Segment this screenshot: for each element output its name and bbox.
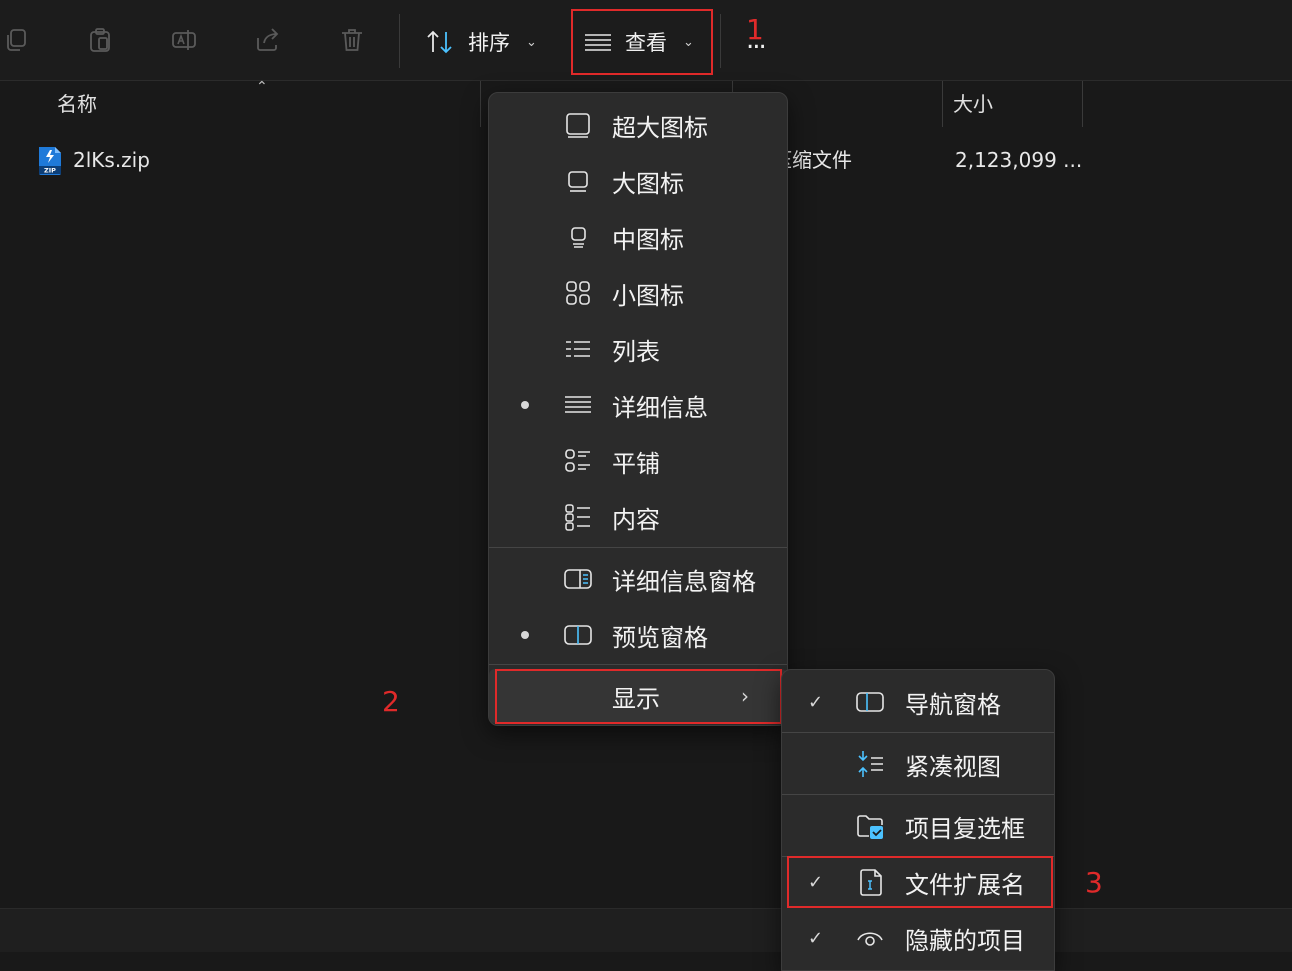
delete-icon[interactable] <box>332 20 372 60</box>
column-header-size[interactable]: 大小 <box>953 81 993 127</box>
submenu-item-compact-view[interactable]: 紧凑视图 <box>782 736 1054 792</box>
extra-large-icons-icon <box>566 113 590 138</box>
annotation-3: 3 <box>1085 866 1103 899</box>
status-bar <box>0 908 1292 952</box>
submenu-item-hidden-items[interactable]: ✓ 隐藏的项目 <box>782 910 1054 966</box>
submenu-item-label: 隐藏的项目 <box>905 926 1025 955</box>
annotation-box-view <box>571 9 713 75</box>
column-divider[interactable] <box>942 81 943 127</box>
menu-item-label: 超大图标 <box>612 113 708 142</box>
menu-item-label: 小图标 <box>612 281 684 310</box>
checkmark-icon: ✓ <box>808 691 824 713</box>
menu-item-label: 大图标 <box>612 169 684 198</box>
submenu-item-item-checkboxes[interactable]: 项目复选框 <box>782 798 1054 854</box>
annotation-box-file-extensions <box>787 856 1053 908</box>
menu-separator <box>782 732 1054 733</box>
annotation-2: 2 <box>382 685 400 718</box>
toolbar-separator <box>399 14 400 68</box>
content-icon <box>565 504 590 531</box>
file-name: 2lKs.zip <box>73 148 150 172</box>
file-size: 2,123,099 ... <box>955 148 1083 172</box>
submenu-item-label: 项目复选框 <box>905 814 1025 843</box>
svg-text:ZIP: ZIP <box>44 167 56 175</box>
menu-item-large-icons[interactable]: 大图标 <box>489 153 787 209</box>
copy-icon[interactable] <box>0 20 36 60</box>
menu-item-small-icons[interactable]: 小图标 <box>489 265 787 321</box>
column-divider[interactable] <box>480 81 481 127</box>
menu-item-label: 中图标 <box>612 225 684 254</box>
menu-separator <box>489 664 787 665</box>
hidden-items-icon <box>857 932 883 946</box>
menu-item-label: 详细信息 <box>612 393 708 422</box>
large-icons-icon <box>568 171 588 192</box>
sort-button[interactable]: 排序 ⌄ <box>424 20 537 64</box>
submenu-item-label: 紧凑视图 <box>905 752 1001 781</box>
rename-icon[interactable] <box>164 20 204 60</box>
paste-icon[interactable] <box>80 20 120 60</box>
toolbar-separator <box>720 14 721 68</box>
menu-separator <box>782 794 1054 795</box>
show-submenu: ✓ 导航窗格 紧凑视图 项目复选框 ✓ 文件扩展名 ✓ 隐藏的项目 <box>781 669 1055 971</box>
share-icon[interactable] <box>248 20 288 60</box>
menu-item-label: 内容 <box>612 505 660 534</box>
sort-label: 排序 <box>468 31 510 55</box>
zip-file-icon: ZIP <box>39 147 61 175</box>
sort-ascending-icon: ⌃ <box>256 79 268 95</box>
chevron-down-icon: ⌄ <box>526 34 537 50</box>
menu-item-extra-large-icons[interactable]: 超大图标 <box>489 97 787 153</box>
menu-item-details[interactable]: 详细信息 <box>489 377 787 433</box>
selected-bullet-icon <box>521 631 529 639</box>
details-pane-icon <box>564 569 592 589</box>
column-divider[interactable] <box>1082 81 1083 127</box>
submenu-item-label: 导航窗格 <box>905 690 1001 719</box>
menu-separator <box>489 547 787 548</box>
item-checkboxes-icon <box>857 815 883 839</box>
menu-item-details-pane[interactable]: 详细信息窗格 <box>489 551 787 607</box>
menu-item-label: 详细信息窗格 <box>612 567 756 596</box>
menu-item-label: 预览窗格 <box>612 623 708 652</box>
list-icon <box>566 341 590 357</box>
navigation-pane-icon <box>856 692 884 712</box>
annotation-1: 1 <box>746 13 764 46</box>
annotation-box-show <box>495 669 782 724</box>
file-type-text: 压缩文件 <box>786 148 852 172</box>
details-icon <box>565 396 591 413</box>
tiles-icon <box>565 449 590 472</box>
menu-item-list[interactable]: 列表 <box>489 321 787 377</box>
medium-icons-icon <box>571 227 586 248</box>
menu-item-medium-icons[interactable]: 中图标 <box>489 209 787 265</box>
view-menu: 超大图标 大图标 中图标 小图标 列表 详细信息 平铺 内容 详细信息窗格 预览… <box>488 92 788 726</box>
file-type: 压缩文件 <box>786 138 936 182</box>
sort-icon <box>427 30 452 54</box>
compact-view-icon <box>858 751 883 777</box>
preview-pane-icon <box>564 625 592 645</box>
submenu-item-navigation-pane[interactable]: ✓ 导航窗格 <box>782 674 1054 730</box>
column-header-name[interactable]: 名称 <box>57 81 97 127</box>
menu-item-label: 平铺 <box>612 449 660 478</box>
menu-item-preview-pane[interactable]: 预览窗格 <box>489 607 787 663</box>
menu-item-tiles[interactable]: 平铺 <box>489 433 787 489</box>
checkmark-icon: ✓ <box>808 927 824 949</box>
selected-bullet-icon <box>521 401 529 409</box>
menu-item-label: 列表 <box>612 337 660 366</box>
menu-item-content[interactable]: 内容 <box>489 489 787 545</box>
small-icons-icon <box>566 281 590 305</box>
